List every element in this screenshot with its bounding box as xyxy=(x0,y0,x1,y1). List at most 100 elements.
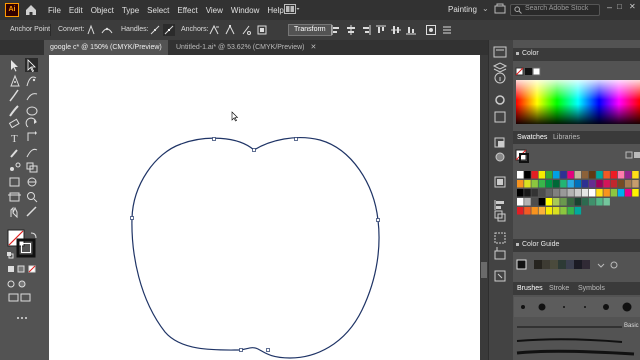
vertical-scrollbar[interactable] xyxy=(480,55,488,360)
swatch[interactable] xyxy=(589,198,596,206)
swatch[interactable] xyxy=(538,198,546,206)
swatch[interactable] xyxy=(553,189,560,197)
swatch[interactable] xyxy=(538,207,546,215)
swatch[interactable] xyxy=(531,171,538,179)
swatch[interactable] xyxy=(560,207,567,215)
swatch[interactable] xyxy=(589,189,596,197)
swatch[interactable] xyxy=(632,180,639,188)
swatch[interactable] xyxy=(545,207,553,215)
align-panel-icon[interactable] xyxy=(494,200,504,210)
color-fill-stroke-mini[interactable] xyxy=(514,66,544,80)
info-panel-icon[interactable] xyxy=(494,72,506,84)
swatch[interactable] xyxy=(524,180,531,188)
gradient-panel-icon[interactable] xyxy=(495,152,505,162)
swatch[interactable] xyxy=(567,171,574,179)
swatch[interactable] xyxy=(596,189,603,197)
swatch[interactable] xyxy=(531,189,538,197)
swatch[interactable] xyxy=(517,207,524,215)
swatch[interactable] xyxy=(517,180,524,188)
tab-brushes[interactable]: Brushes xyxy=(517,285,543,292)
swatch[interactable] xyxy=(517,189,524,197)
links-panel-icon[interactable] xyxy=(494,270,506,282)
stock-icon[interactable] xyxy=(494,3,506,15)
color-guide-strip[interactable] xyxy=(514,256,640,274)
minimize-button[interactable]: – xyxy=(607,2,617,16)
swatch[interactable] xyxy=(545,171,553,179)
swatch[interactable] xyxy=(545,189,553,197)
workspace-caret-icon[interactable]: ⌄ xyxy=(482,4,489,13)
swatch[interactable] xyxy=(617,171,625,179)
swatch[interactable] xyxy=(603,198,610,206)
swatch[interactable] xyxy=(610,189,618,197)
tab-swatches[interactable]: Swatches xyxy=(517,134,547,141)
swatch[interactable] xyxy=(632,171,639,179)
swatch[interactable] xyxy=(538,171,546,179)
collapse-icon[interactable] xyxy=(516,243,519,246)
swatch[interactable] xyxy=(567,180,574,188)
swatch[interactable] xyxy=(596,180,603,188)
swatch[interactable] xyxy=(603,171,610,179)
swatch[interactable] xyxy=(574,171,582,179)
scrollbar-thumb[interactable] xyxy=(481,262,487,278)
maximize-button[interactable]: □ xyxy=(617,2,627,16)
swatch[interactable] xyxy=(524,198,531,206)
swatch[interactable] xyxy=(632,189,639,197)
swatch[interactable] xyxy=(610,180,618,188)
swatch[interactable] xyxy=(524,207,531,215)
swatch[interactable] xyxy=(517,171,524,179)
swatch[interactable] xyxy=(610,171,618,179)
swatch[interactable] xyxy=(603,189,610,197)
swatch[interactable] xyxy=(524,189,531,197)
swatch[interactable] xyxy=(625,171,632,179)
swatch[interactable] xyxy=(574,189,582,197)
artboards-panel-icon[interactable] xyxy=(494,247,506,260)
swatch[interactable] xyxy=(589,180,596,188)
swatch[interactable] xyxy=(617,180,625,188)
swatches-grid[interactable] xyxy=(514,146,640,226)
swatch[interactable] xyxy=(581,189,589,197)
swatch[interactable] xyxy=(560,171,567,179)
swatch[interactable] xyxy=(538,180,546,188)
swatch[interactable] xyxy=(567,198,574,206)
swatch[interactable] xyxy=(553,198,560,206)
swatch[interactable] xyxy=(603,180,610,188)
stroke-panel-icon[interactable] xyxy=(494,176,506,188)
swatch[interactable] xyxy=(553,207,560,215)
brushes-list[interactable] xyxy=(514,297,640,360)
swatch[interactable] xyxy=(574,207,582,215)
swatch[interactable] xyxy=(524,171,531,179)
swatch[interactable] xyxy=(567,189,574,197)
apple-outline-path[interactable] xyxy=(0,0,480,360)
swatch[interactable] xyxy=(560,180,567,188)
transform-panel-icon[interactable] xyxy=(494,232,506,244)
swatch[interactable] xyxy=(596,171,603,179)
swatch[interactable] xyxy=(531,207,538,215)
swatch[interactable] xyxy=(589,171,596,179)
swatch[interactable] xyxy=(545,198,553,206)
swatch[interactable] xyxy=(553,171,560,179)
swatch[interactable] xyxy=(560,189,567,197)
close-window-button[interactable]: ✕ xyxy=(629,2,639,16)
tab-stroke[interactable]: Stroke xyxy=(549,285,569,292)
swatch[interactable] xyxy=(538,189,546,197)
collapse-icon[interactable] xyxy=(516,52,519,55)
swatch[interactable] xyxy=(581,171,589,179)
transparency-panel-icon[interactable] xyxy=(494,137,505,148)
tab-libraries[interactable]: Libraries xyxy=(553,134,580,141)
swatch[interactable] xyxy=(596,198,603,206)
graphic-styles-panel-icon[interactable] xyxy=(494,111,506,123)
tab-symbols[interactable]: Symbols xyxy=(578,285,605,292)
swatch[interactable] xyxy=(560,198,567,206)
swatch[interactable] xyxy=(625,189,632,197)
swatch[interactable] xyxy=(567,207,574,215)
swatch[interactable] xyxy=(625,180,632,188)
swatch[interactable] xyxy=(553,180,560,188)
color-spectrum[interactable] xyxy=(516,80,640,124)
properties-panel-icon[interactable] xyxy=(493,46,507,58)
layers-panel-icon[interactable] xyxy=(492,62,508,73)
swatch[interactable] xyxy=(531,198,538,206)
swatch[interactable] xyxy=(581,198,589,206)
swatch[interactable] xyxy=(517,198,524,206)
swatch[interactable] xyxy=(531,180,538,188)
swatch[interactable] xyxy=(545,180,553,188)
